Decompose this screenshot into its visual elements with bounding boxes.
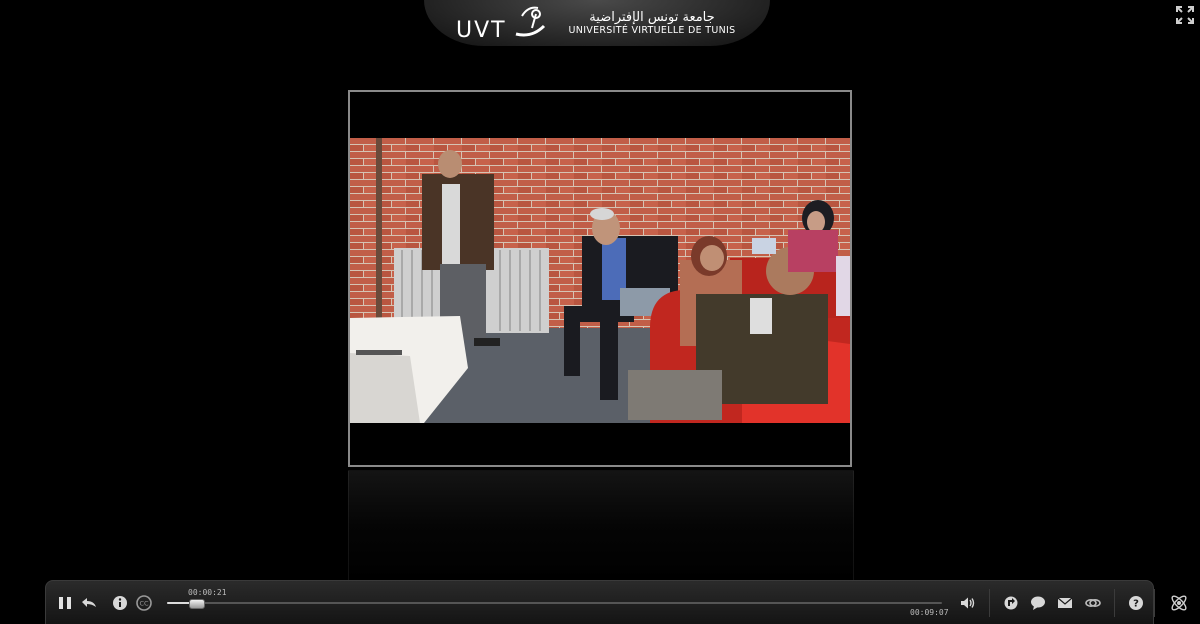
email-button[interactable] xyxy=(1056,594,1074,612)
replay-button[interactable] xyxy=(1002,594,1020,612)
satellite-dish-icon xyxy=(515,6,546,37)
logo-letters: UVT xyxy=(456,18,507,43)
atom-icon xyxy=(1171,595,1187,611)
svg-text:CC: CC xyxy=(139,600,149,608)
video-frame-image xyxy=(350,138,850,423)
current-time: 00:00:21 xyxy=(188,588,227,597)
help-icon: ? xyxy=(1129,596,1143,610)
progress-bar[interactable] xyxy=(167,599,942,609)
info-button[interactable] xyxy=(111,594,129,612)
logo-latin-name: UNIVERSITÉ VIRTUELLE DE TUNIS xyxy=(568,25,736,36)
fullscreen-icon xyxy=(1176,6,1194,24)
pause-icon xyxy=(59,597,71,609)
control-bar: CC 00:00:21 00:09:07 ? xyxy=(45,580,1187,624)
speaker-icon xyxy=(961,597,975,609)
player-stage: UVT جامعة تونس الإفتراضية UNIVERSITÉ VIR… xyxy=(0,0,1200,624)
info-icon xyxy=(113,596,127,610)
logo-arabic-name: جامعة تونس الإفتراضية xyxy=(589,10,715,25)
link-icon xyxy=(1085,599,1101,608)
divider xyxy=(1154,589,1155,617)
rewind-button[interactable] xyxy=(80,594,98,612)
volume-button[interactable] xyxy=(959,594,977,612)
divider xyxy=(1114,589,1115,617)
total-time: 00:09:07 xyxy=(910,608,949,617)
progress-handle[interactable] xyxy=(189,599,206,609)
fullscreen-button[interactable] xyxy=(1176,6,1194,24)
brand-button[interactable] xyxy=(1168,592,1190,614)
comment-button[interactable] xyxy=(1029,594,1047,612)
captions-button[interactable]: CC xyxy=(135,594,153,612)
replay-icon xyxy=(1004,596,1018,610)
speech-bubble-icon xyxy=(1031,596,1045,610)
help-button[interactable]: ? xyxy=(1127,594,1145,612)
video-reflection xyxy=(348,470,854,582)
envelope-icon xyxy=(1057,597,1073,608)
video-player[interactable] xyxy=(348,90,852,467)
uvt-logo: UVT جامعة تونس الإفتراضية UNIVERSITÉ VIR… xyxy=(424,0,770,46)
link-button[interactable] xyxy=(1084,594,1102,612)
svg-text:?: ? xyxy=(1133,599,1139,610)
cc-icon: CC xyxy=(136,595,152,611)
back-arrow-icon xyxy=(82,598,96,607)
divider xyxy=(989,589,990,617)
pause-button[interactable] xyxy=(56,594,74,612)
